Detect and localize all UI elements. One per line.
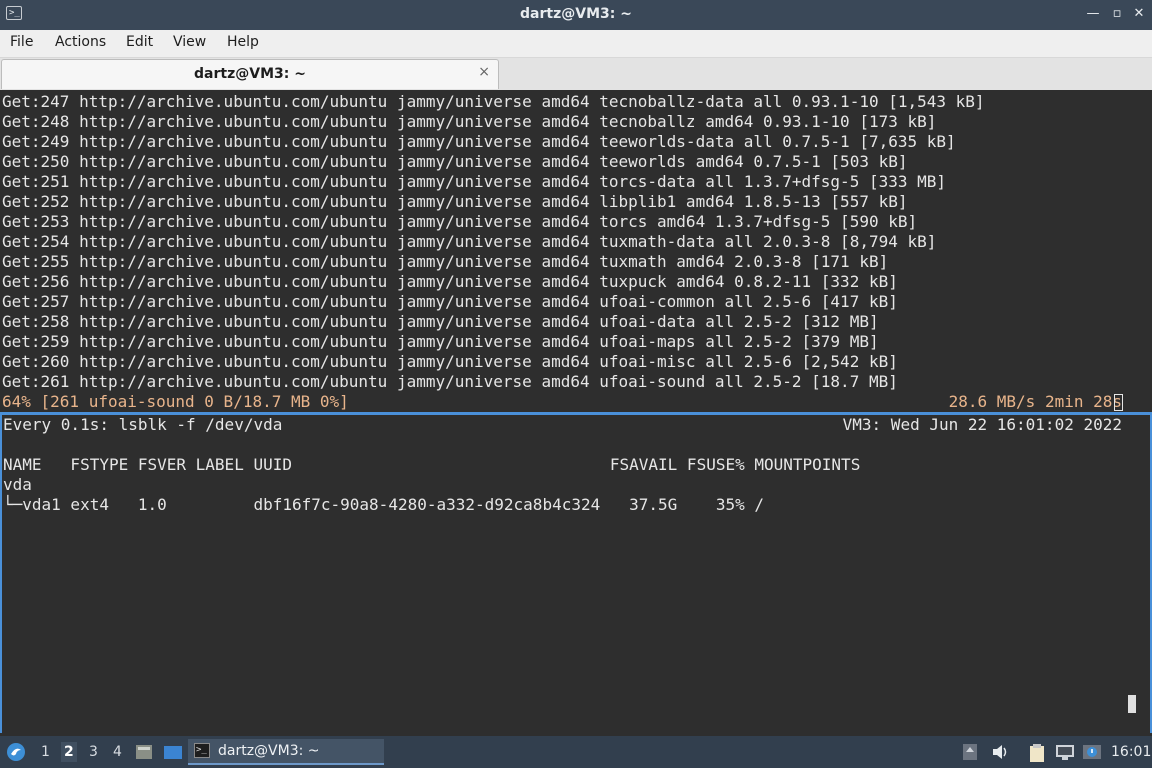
menu-actions[interactable]: Actions [55, 34, 106, 50]
workspace-2[interactable]: 2 [61, 742, 77, 762]
output-line: Get:253 http://archive.ubuntu.com/ubuntu… [2, 212, 918, 231]
output-line: Get:250 http://archive.ubuntu.com/ubuntu… [2, 152, 908, 171]
output-line: Get:258 http://archive.ubuntu.com/ubuntu… [2, 312, 879, 331]
terminal-pane-bottom[interactable]: Every 0.1s: lsblk -f /dev/vda VM3: Wed J… [0, 415, 1152, 733]
workspace-1[interactable]: 1 [41, 744, 50, 760]
tab-close-icon[interactable]: × [478, 64, 490, 80]
upload-tray-icon[interactable] [962, 743, 980, 761]
output-line: Get:247 http://archive.ubuntu.com/ubuntu… [2, 92, 985, 111]
output-line: Get:255 http://archive.ubuntu.com/ubuntu… [2, 252, 889, 271]
tab-label: dartz@VM3: ~ [194, 66, 306, 82]
output-line: Get:260 http://archive.ubuntu.com/ubuntu… [2, 352, 898, 371]
output-line: Get:257 http://archive.ubuntu.com/ubuntu… [2, 292, 898, 311]
output-line: Get:261 http://archive.ubuntu.com/ubuntu… [2, 372, 898, 391]
output-line: Get:252 http://archive.ubuntu.com/ubuntu… [2, 192, 908, 211]
window-titlebar: >_ dartz@VM3: ~ — ▫ ✕ [0, 0, 1152, 30]
task-label: dartz@VM3: ~ [218, 743, 320, 759]
terminal-pane-top[interactable]: Get:247 http://archive.ubuntu.com/ubuntu… [0, 92, 1152, 412]
menu-view[interactable]: View [173, 34, 206, 50]
tab-bar: dartz@VM3: ~ × [0, 58, 1152, 90]
tab-terminal[interactable]: dartz@VM3: ~ × [1, 59, 499, 89]
start-menu-icon[interactable] [6, 742, 25, 761]
terminal-cursor [1114, 394, 1123, 411]
file-manager-icon[interactable] [135, 743, 153, 761]
taskbar-task-terminal[interactable]: >_ dartz@VM3: ~ [188, 739, 384, 765]
output-line: Get:256 http://archive.ubuntu.com/ubuntu… [2, 272, 898, 291]
workspace-3[interactable]: 3 [89, 744, 98, 760]
volume-icon[interactable] [991, 743, 1009, 761]
clock[interactable]: 16:01 [1111, 744, 1151, 760]
workspace-4[interactable]: 4 [113, 744, 122, 760]
minimize-button[interactable]: — [1084, 5, 1102, 23]
notification-icon[interactable] [1082, 743, 1101, 761]
terminal-task-icon: >_ [194, 743, 210, 758]
output-line: Get:249 http://archive.ubuntu.com/ubuntu… [2, 132, 956, 151]
output-line: Get:259 http://archive.ubuntu.com/ubuntu… [2, 332, 879, 351]
show-desktop-icon[interactable] [163, 743, 182, 761]
output-line: Get:248 http://archive.ubuntu.com/ubuntu… [2, 112, 937, 131]
menu-edit[interactable]: Edit [126, 34, 153, 50]
scrollbar-thumb[interactable] [1128, 695, 1136, 713]
apt-download-speed: 28.6 MB/s 2min 28s [948, 392, 1122, 411]
close-window-button[interactable]: ✕ [1130, 5, 1148, 23]
lsblk-row: vda [3, 475, 32, 494]
lsblk-row: └─vda1 ext4 1.0 dbf16f7c-90a8-4280-a332-… [3, 495, 764, 514]
lsblk-table-header: NAME FSTYPE FSVER LABEL UUID FSAVAIL FSU… [3, 455, 861, 474]
menu-help[interactable]: Help [227, 34, 259, 50]
watch-header-timestamp: VM3: Wed Jun 22 16:01:02 2022 [842, 415, 1122, 434]
maximize-button[interactable]: ▫ [1108, 5, 1126, 23]
output-line: Get:251 http://archive.ubuntu.com/ubuntu… [2, 172, 947, 191]
apt-progress-status: 64% [261 ufoai-sound 0 B/18.7 MB 0%] [2, 392, 349, 411]
menu-file[interactable]: File [10, 34, 33, 50]
taskbar: 1 2 3 4 >_ dartz@VM3: ~ 16:01 [0, 736, 1152, 768]
clipboard-icon[interactable] [1028, 743, 1046, 762]
output-line: Get:254 http://archive.ubuntu.com/ubuntu… [2, 232, 937, 251]
network-icon[interactable] [1055, 743, 1074, 761]
menubar: File Actions Edit View Help [0, 30, 1152, 58]
watch-header-command: Every 0.1s: lsblk -f /dev/vda [3, 415, 283, 434]
window-title: dartz@VM3: ~ [520, 6, 632, 22]
